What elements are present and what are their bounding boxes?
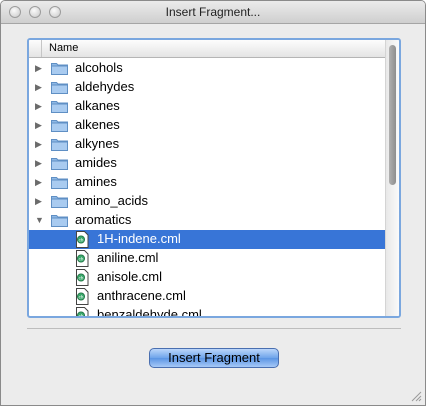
tree-file-row[interactable]: ch aniline.cml — [29, 249, 387, 268]
insert-fragment-button[interactable]: Insert Fragment — [149, 348, 279, 368]
folder-icon — [51, 120, 68, 132]
triangle-right-icon[interactable]: ▶ — [35, 121, 42, 130]
column-header-name[interactable]: Name — [29, 40, 385, 58]
tree-folder-row[interactable]: ▶ amino_acids — [29, 192, 387, 211]
scrollbar-thumb[interactable] — [389, 45, 396, 185]
cml-file-icon: ch — [76, 288, 89, 305]
folder-icon — [51, 158, 68, 170]
tree-row-label: alkenes — [75, 117, 120, 132]
folder-icon — [51, 101, 68, 113]
tree-folder-row[interactable]: ▶ alkanes — [29, 97, 387, 116]
resize-grip-icon[interactable] — [411, 391, 422, 402]
folder-icon — [51, 215, 68, 227]
triangle-right-icon[interactable]: ▶ — [35, 64, 42, 73]
cml-file-icon: ch — [76, 231, 89, 248]
folder-icon — [51, 139, 68, 151]
vertical-scrollbar[interactable] — [385, 40, 399, 316]
tree-row-label: alkanes — [75, 98, 120, 113]
tree-file-row[interactable]: ch 1H-indene.cml — [29, 230, 387, 249]
divider — [27, 328, 401, 329]
svg-text:ch: ch — [79, 275, 84, 280]
triangle-right-icon[interactable]: ▶ — [35, 159, 42, 168]
triangle-down-icon[interactable]: ▼ — [35, 216, 44, 225]
tree-row-label: aromatics — [75, 212, 132, 227]
cml-file-icon: ch — [76, 307, 89, 318]
column-header-label: Name — [49, 42, 79, 54]
tree-row-label: 1H-indene.cml — [97, 231, 181, 246]
tree-row-label: alkynes — [75, 136, 120, 151]
tree-row-label: amides — [75, 155, 117, 170]
tree-row-label: amines — [75, 174, 117, 189]
triangle-right-icon[interactable]: ▶ — [35, 83, 42, 92]
tree-row-label: aniline.cml — [97, 250, 159, 265]
folder-icon — [51, 82, 68, 94]
svg-text:ch: ch — [79, 294, 84, 299]
tree-row-label: anthracene.cml — [97, 288, 186, 303]
triangle-right-icon[interactable]: ▶ — [35, 102, 42, 111]
folder-icon — [51, 196, 68, 208]
tree-row-label: alcohols — [75, 60, 123, 75]
insert-fragment-window: Insert Fragment... Name ▶ alcohols ▶ aldehy… — [0, 0, 426, 406]
tree-row-label: anisole.cml — [97, 269, 163, 284]
folder-icon — [51, 177, 68, 189]
svg-text:ch: ch — [79, 256, 84, 261]
tree-folder-row[interactable]: ▶ alkenes — [29, 116, 387, 135]
tree-folder-row[interactable]: ▶ aldehydes — [29, 78, 387, 97]
triangle-right-icon[interactable]: ▶ — [35, 140, 42, 149]
tree-folder-row[interactable]: ▶ amines — [29, 173, 387, 192]
title-bar[interactable]: Insert Fragment... — [1, 1, 425, 24]
fragment-tree[interactable]: Name ▶ alcohols ▶ aldehydes ▶ alkanes ▶ alkenes… — [27, 38, 401, 318]
column-separator — [41, 40, 42, 57]
cml-file-icon: ch — [76, 250, 89, 267]
tree-row-label: benzaldehyde.cml — [97, 307, 202, 318]
svg-text:ch: ch — [79, 237, 84, 242]
tree-folder-row[interactable]: ▶ alkynes — [29, 135, 387, 154]
tree-file-row[interactable]: ch benzaldehyde.cml — [29, 306, 387, 318]
tree-row-label: aldehydes — [75, 79, 135, 94]
tree-row-label: amino_acids — [75, 193, 148, 208]
triangle-right-icon[interactable]: ▶ — [35, 178, 42, 187]
triangle-right-icon[interactable]: ▶ — [35, 197, 42, 206]
folder-icon — [51, 63, 68, 75]
svg-text:ch: ch — [79, 313, 84, 318]
window-title: Insert Fragment... — [165, 5, 261, 19]
cml-file-icon: ch — [76, 269, 89, 286]
tree-file-row[interactable]: ch anthracene.cml — [29, 287, 387, 306]
tree-folder-row[interactable]: ▼ aromatics — [29, 211, 387, 230]
tree-folder-row[interactable]: ▶ alcohols — [29, 59, 387, 78]
tree-folder-row[interactable]: ▶ amides — [29, 154, 387, 173]
tree-file-row[interactable]: ch anisole.cml — [29, 268, 387, 287]
